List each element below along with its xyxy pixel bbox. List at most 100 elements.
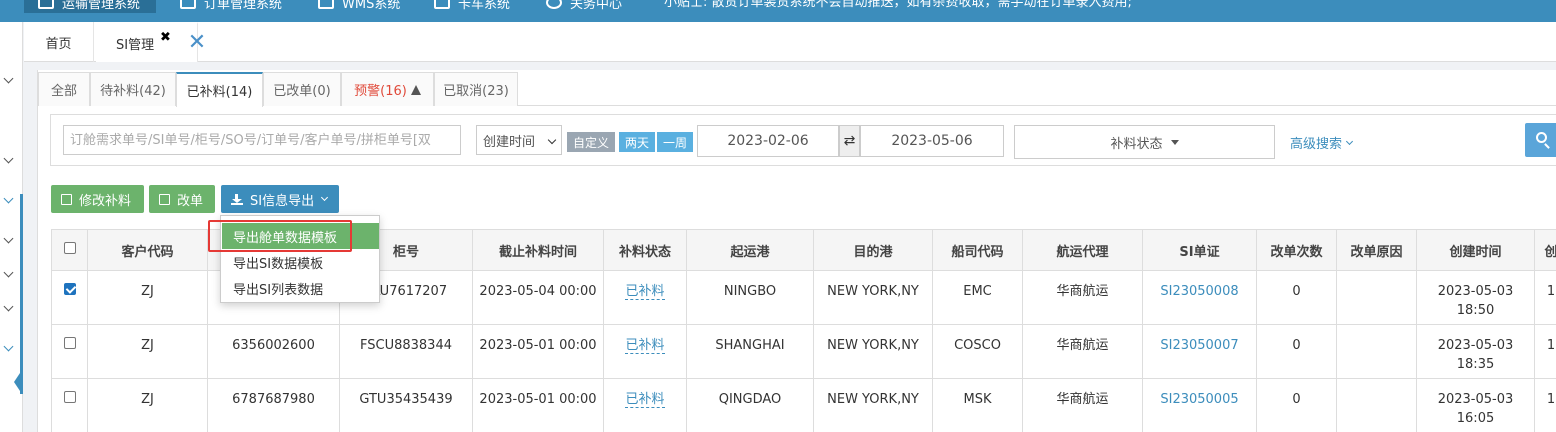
column-header[interactable]: 目的港 bbox=[813, 229, 933, 271]
table-row[interactable]: ZJ 6356002600 FSCU8838344 2023-05-01 00:… bbox=[51, 324, 1556, 379]
column-header[interactable]: 起运港 bbox=[686, 229, 814, 271]
cell-si: SI23050007 bbox=[1142, 324, 1257, 379]
menu-item-export-si-template[interactable]: 导出SI数据模板 bbox=[222, 249, 379, 275]
cell-container: FSCU8838344 bbox=[339, 324, 473, 379]
tab-all[interactable]: 全部 bbox=[38, 72, 90, 106]
row-checkbox[interactable] bbox=[63, 391, 76, 403]
globe-icon bbox=[38, 0, 54, 9]
nav-customs-center[interactable]: 关务中心 bbox=[546, 0, 622, 13]
document-icon bbox=[180, 0, 196, 9]
tab-warning[interactable]: 预警(16) bbox=[341, 72, 434, 106]
row-checkbox[interactable] bbox=[63, 283, 76, 295]
menu-item-export-si-list[interactable]: 导出SI列表数据 bbox=[222, 275, 379, 301]
highlight-box bbox=[208, 220, 352, 252]
cell-customer: ZJ bbox=[87, 270, 208, 325]
quick-week-button[interactable]: 一周 bbox=[657, 132, 694, 152]
table-row[interactable]: ZJ 6787687980 GTU35435439 2023-05-01 00:… bbox=[51, 378, 1556, 432]
cell-agent: 华商航运 bbox=[1022, 378, 1143, 432]
close-all-tabs-icon[interactable]: ✕ bbox=[185, 32, 209, 56]
tab-si-management[interactable]: SI管理 ✖ bbox=[96, 22, 198, 62]
tab-home[interactable]: 首页 bbox=[24, 22, 94, 62]
quick-custom-button[interactable]: 自定义 bbox=[567, 132, 616, 152]
si-export-button[interactable]: SI信息导出 bbox=[221, 185, 339, 213]
cell-status: 已补料 bbox=[603, 324, 687, 379]
time-type-select[interactable]: 创建时间 bbox=[476, 125, 562, 155]
nav-wms-system[interactable]: WMS系统 bbox=[318, 0, 400, 13]
column-header[interactable]: 船司代码 bbox=[932, 229, 1023, 271]
select-all-cell bbox=[51, 229, 88, 271]
edit-supplement-button[interactable]: 修改补料 bbox=[51, 185, 144, 213]
status-link[interactable]: 已补料 bbox=[625, 284, 665, 300]
close-tab-icon[interactable]: ✖ bbox=[160, 30, 171, 45]
nav-label: 关务中心 bbox=[570, 0, 623, 12]
created-time: 18:35 bbox=[1456, 357, 1495, 372]
select-all-checkbox[interactable] bbox=[63, 242, 76, 254]
created-date: 2023-05-03 bbox=[1437, 392, 1514, 407]
column-header[interactable]: 改单原因 bbox=[1336, 229, 1417, 271]
si-link[interactable]: SI23050007 bbox=[1160, 338, 1238, 353]
nav-truck-system[interactable]: 卡车系统 bbox=[434, 0, 510, 13]
column-header[interactable]: 补料状态 bbox=[603, 229, 687, 271]
swap-dates-icon[interactable]: ⇄ bbox=[839, 125, 860, 157]
column-header[interactable]: 客户代码 bbox=[87, 229, 208, 271]
quick-two-days-button[interactable]: 两天 bbox=[619, 132, 656, 152]
supplement-status-select[interactable]: 补料状态 bbox=[1014, 125, 1275, 159]
nav-label: 运输管理系统 bbox=[62, 0, 141, 12]
cell-pol: SHANGHAI bbox=[686, 324, 814, 379]
cell-created: 2023-05-03 18:35 bbox=[1416, 324, 1535, 379]
tab-supplemented[interactable]: 已补料(14) bbox=[176, 72, 263, 107]
collapse-arrow-icon[interactable] bbox=[14, 370, 22, 394]
status-link[interactable]: 已补料 bbox=[625, 338, 665, 354]
advanced-search-link[interactable]: 高级搜索 bbox=[1290, 133, 1354, 152]
chevron-down-icon[interactable] bbox=[3, 234, 15, 246]
column-header[interactable]: 创建时间 bbox=[1416, 229, 1535, 271]
nav-transport-system[interactable]: 运输管理系统 bbox=[24, 0, 157, 13]
date-to-input[interactable]: 2023-05-06 bbox=[860, 125, 1004, 157]
nav-order-system[interactable]: 订单管理系统 bbox=[180, 0, 282, 13]
si-link[interactable]: SI23050008 bbox=[1160, 284, 1238, 299]
row-checkbox[interactable] bbox=[63, 337, 76, 349]
created-date: 2023-05-03 bbox=[1437, 338, 1514, 353]
status-tabs: 全部 待补料(42) 已补料(14) 已改单(0) 预警(16) 已取消(23) bbox=[38, 70, 1556, 107]
column-header[interactable]: 改单次数 bbox=[1256, 229, 1337, 271]
chevron-down-icon[interactable] bbox=[3, 302, 15, 314]
cell-customer: ZJ bbox=[87, 324, 208, 379]
column-header[interactable]: 截止补料时间 bbox=[472, 229, 604, 271]
row-select-cell bbox=[51, 324, 88, 379]
search-button[interactable] bbox=[1525, 123, 1556, 157]
cell-carrier: COSCO bbox=[932, 324, 1023, 379]
cell-changes: 0 bbox=[1256, 378, 1337, 432]
column-header[interactable]: SI单证 bbox=[1142, 229, 1257, 271]
chevron-down-icon[interactable] bbox=[3, 154, 15, 166]
chevron-down-icon[interactable] bbox=[3, 194, 15, 206]
cell-pod: NEW YORK,NY bbox=[813, 324, 933, 379]
chevron-down-icon[interactable] bbox=[3, 74, 15, 86]
created-date: 2023-05-03 bbox=[1437, 284, 1514, 299]
tab-cancelled[interactable]: 已取消(23) bbox=[434, 72, 518, 106]
status-link[interactable]: 已补料 bbox=[625, 392, 665, 408]
si-link[interactable]: SI23050005 bbox=[1160, 392, 1238, 407]
cell-carrier: EMC bbox=[932, 270, 1023, 325]
cell-reason bbox=[1336, 324, 1417, 379]
sidebar-active-indicator bbox=[20, 194, 23, 394]
row-select-cell bbox=[51, 270, 88, 325]
truck-icon bbox=[434, 0, 450, 9]
top-nav-bar: 运输管理系统 订单管理系统 WMS系统 卡车系统 关务中心 小贴士: 散货订单装… bbox=[0, 0, 1556, 22]
cell-reason bbox=[1336, 378, 1417, 432]
caret-down-icon bbox=[1170, 139, 1179, 145]
change-label: 改单 bbox=[177, 193, 204, 209]
search-input[interactable] bbox=[63, 125, 461, 155]
tab-pending-supplement[interactable]: 待补料(42) bbox=[90, 72, 176, 106]
change-order-button[interactable]: 改单 bbox=[149, 185, 215, 213]
date-from-input[interactable]: 2023-02-06 bbox=[697, 125, 839, 157]
cell-extra: 1 bbox=[1534, 378, 1556, 432]
column-header[interactable]: 航运代理 bbox=[1022, 229, 1143, 271]
column-header[interactable]: 创 bbox=[1534, 229, 1556, 271]
cell-status: 已补料 bbox=[603, 270, 687, 325]
chevron-down-icon[interactable] bbox=[3, 342, 15, 354]
cell-pol: NINGBO bbox=[686, 270, 814, 325]
status-select-label: 补料状态 bbox=[1110, 136, 1163, 152]
chevron-down-icon[interactable] bbox=[3, 268, 15, 280]
export-label: SI信息导出 bbox=[250, 193, 315, 209]
tab-changed[interactable]: 已改单(0) bbox=[263, 72, 341, 106]
